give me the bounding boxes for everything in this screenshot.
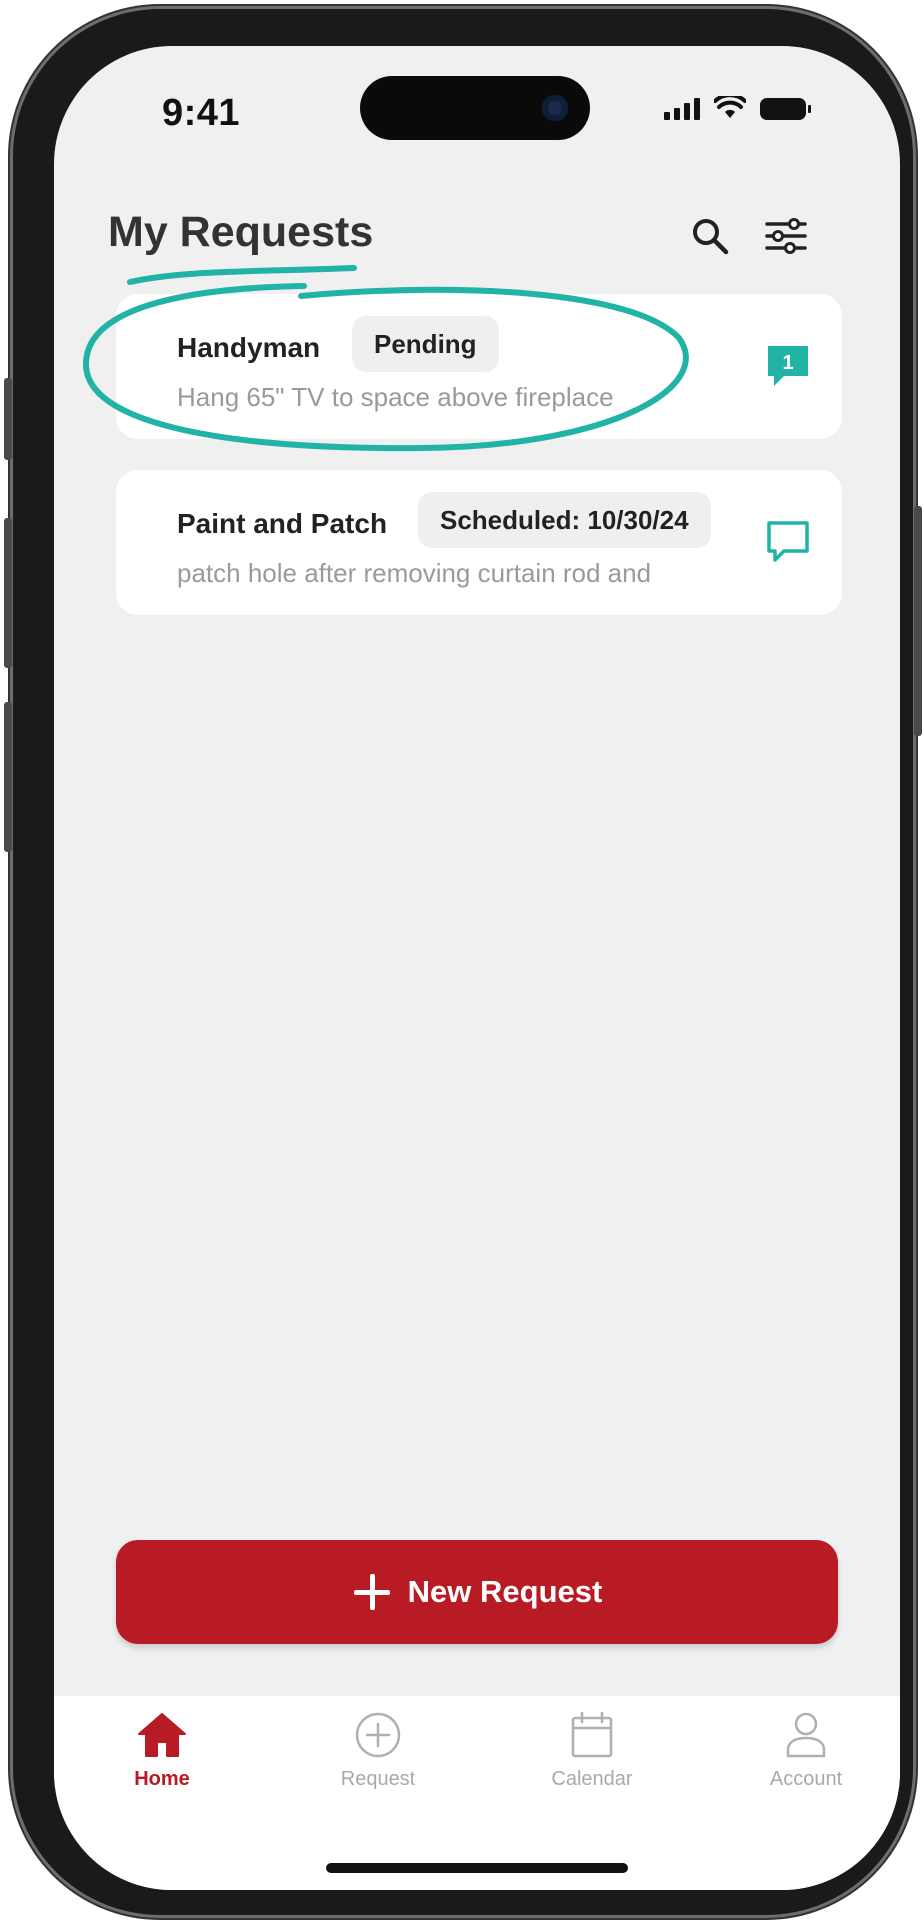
page-title: My Requests [108,208,374,256]
volume-up-button [4,518,12,668]
tab-account[interactable]: Account [736,1710,876,1791]
power-button [914,506,922,736]
request-description: Hang 65" TV to space above fireplace [177,382,614,412]
filter-sliders-icon[interactable] [764,214,808,258]
status-icons [664,96,811,120]
battery-icon [760,98,811,120]
action-button [4,378,12,460]
home-indicator [326,1863,628,1873]
tab-home[interactable]: Home [92,1710,232,1791]
volume-down-button [4,702,12,852]
tab-bar: Home Request Calendar Account [54,1696,900,1890]
plus-icon [352,1572,392,1612]
tab-request[interactable]: Request [308,1710,448,1791]
status-badge: Scheduled: 10/30/24 [418,492,711,548]
cellular-signal-icon [664,98,700,120]
tab-request-label: Request [340,1768,416,1790]
request-card-paint-and-patch[interactable]: Paint and Patch Scheduled: 10/30/24 patc… [116,470,842,615]
tab-calendar-label: Calendar [551,1768,633,1790]
request-title: Paint and Patch [177,508,388,539]
request-description: patch hole after removing curtain rod an… [177,558,652,588]
screen: 9:41 My Requests Handyman Pending Hang 6… [54,46,900,1890]
new-request-label: New Request [407,1574,603,1609]
search-icon[interactable] [688,214,732,258]
wifi-icon [714,96,746,118]
status-badge: Pending [352,316,499,372]
user-icon [786,1712,826,1758]
home-icon [138,1713,186,1757]
camera-icon [542,95,568,121]
request-card-handyman[interactable]: Handyman Pending Hang 65" TV to space ab… [116,294,842,439]
tab-calendar[interactable]: Calendar [522,1710,662,1791]
tab-home-label: Home [134,1768,190,1790]
request-title: Handyman [177,332,321,363]
phone-frame: 9:41 My Requests Handyman Pending Hang 6… [4,6,922,1918]
dynamic-island [360,76,590,140]
tab-account-label: Account [769,1768,843,1790]
message-count: 1 [782,352,793,374]
status-time: 9:41 [162,92,241,134]
chat-unread-icon[interactable]: 1 [764,342,812,390]
new-request-button[interactable]: New Request [116,1540,838,1644]
chat-icon[interactable] [764,518,812,566]
add-circle-icon [355,1712,401,1758]
calendar-icon [571,1711,613,1758]
status-bar: 9:41 [54,46,900,166]
